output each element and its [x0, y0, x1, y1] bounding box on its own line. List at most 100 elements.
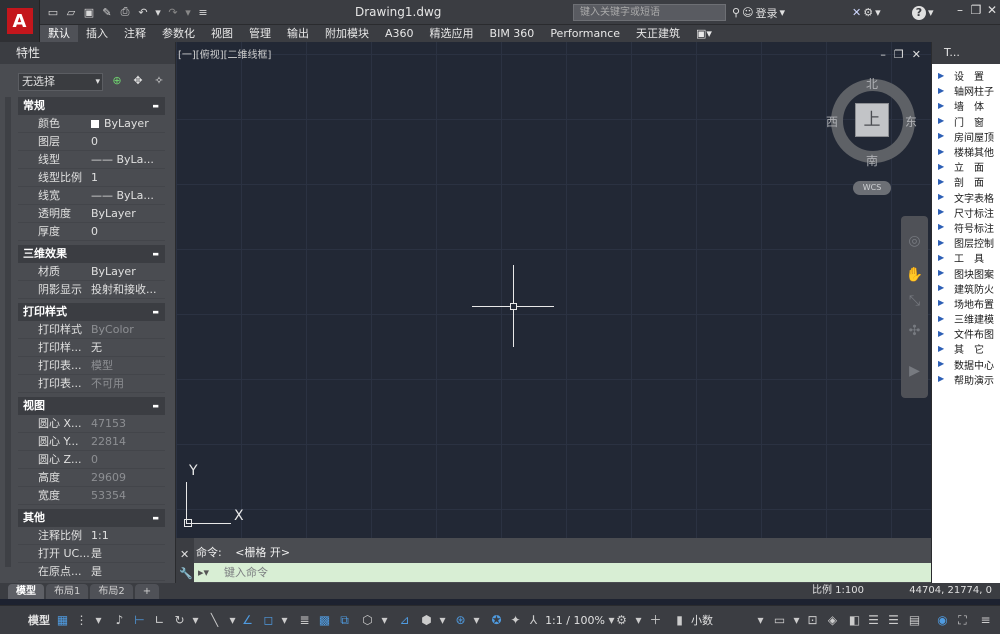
ribbon-tab[interactable]: 天正建筑 — [628, 25, 688, 42]
undo-icon[interactable]: ↶ — [136, 5, 150, 19]
property-row[interactable]: 圆心 Y... 22814 — [18, 433, 165, 451]
scale-label[interactable]: 比例 1:100 — [812, 583, 864, 599]
tool-palette-item[interactable]: ▶ 门 窗 — [932, 114, 1000, 129]
collapse-icon[interactable]: ▬ — [152, 245, 159, 263]
selection-filter-icon[interactable]: ⬢ — [419, 613, 434, 628]
tool-palette-item[interactable]: ▶ 文件布图 — [932, 326, 1000, 341]
property-value[interactable]: ByLayer — [91, 263, 165, 280]
model-space-button[interactable]: 模型 — [26, 613, 52, 629]
property-section-header[interactable]: 打印样式 ▬ — [18, 303, 165, 321]
property-value[interactable]: 是 — [91, 545, 165, 562]
property-section-header[interactable]: 三维效果 ▬ — [18, 245, 165, 263]
stay-connected-icon[interactable]: ▾ — [875, 6, 881, 19]
property-row[interactable]: 圆心 Z... 0 — [18, 451, 165, 469]
tool-palette-item[interactable]: ▶ 数据中心 — [932, 357, 1000, 372]
object-snap-tracking-icon[interactable]: ∠ — [240, 613, 255, 628]
units-value[interactable]: 小数 — [687, 613, 717, 629]
isodraft-icon[interactable]: ╲ — [207, 613, 222, 628]
snap-dropdown-icon[interactable]: ▾ — [91, 613, 106, 628]
collapse-icon[interactable]: ▬ — [152, 97, 159, 115]
property-row[interactable]: 打印样... 无 — [18, 339, 165, 357]
property-row[interactable]: 打印样式 ByColor — [18, 321, 165, 339]
property-row[interactable]: 圆心 X... 47153 — [18, 415, 165, 433]
dynamic-ucs-icon[interactable]: ⊿ — [397, 613, 412, 628]
quick-properties-icon[interactable]: ▭ — [772, 613, 787, 628]
tool-palette-item[interactable]: ▶ 文字表格 — [932, 190, 1000, 205]
clean-screen-icon[interactable]: ☰ — [866, 613, 881, 628]
property-row[interactable]: 图层 0 — [18, 133, 165, 151]
compass-north[interactable]: 北 — [866, 75, 878, 92]
tool-palette-item[interactable]: ▶ 墙 体 — [932, 98, 1000, 113]
tool-palette-item[interactable]: ▶ 设 置 — [932, 68, 1000, 83]
property-value[interactable]: 1 — [91, 169, 165, 186]
ribbon-tab[interactable]: 精选应用 — [422, 25, 482, 42]
drawing-viewport[interactable]: [一][俯视][二维线框] – ❐ ✕ 上 北 南 东 西 WCS ◎ ✋ ⤡ … — [176, 42, 931, 538]
property-row[interactable]: 线宽 —— ByLa... — [18, 187, 165, 205]
ribbon-tab[interactable]: 输出 — [279, 25, 317, 42]
customization-icon[interactable]: ☰ — [886, 613, 901, 628]
exchange-icon[interactable]: ✕ — [852, 6, 861, 19]
toggle-pickadd-icon[interactable]: ⊕ — [110, 74, 124, 88]
property-value[interactable]: 无 — [91, 339, 165, 356]
pan-hand-icon[interactable]: ✋ — [905, 266, 924, 285]
ortho-icon[interactable]: ∟ — [152, 613, 167, 628]
property-section-header[interactable]: 其他 ▬ — [18, 509, 165, 527]
print-icon[interactable]: ⎙ — [118, 5, 132, 19]
help-icon[interactable]: ? — [912, 5, 926, 20]
wcs-menu[interactable]: WCS — [853, 181, 891, 195]
annotation-scale-icon[interactable]: ⅄ — [526, 613, 541, 628]
selection-dropdown[interactable]: 无选择 ▾ — [18, 73, 103, 91]
search-input[interactable]: 键入关键字或短语 — [573, 4, 726, 21]
workspace-gear-icon[interactable]: ⚙ — [614, 613, 629, 628]
close-button[interactable]: ✕ — [984, 3, 1000, 19]
quick-select-icon[interactable]: ✧ — [152, 74, 166, 88]
ribbon-tab[interactable]: BIM 360 — [482, 25, 543, 42]
isodraft-dropdown-icon[interactable]: ▾ — [225, 613, 240, 628]
tool-palette-item[interactable]: ▶ 图块图案 — [932, 265, 1000, 281]
hardware-acceleration-icon[interactable]: ◧ — [847, 613, 862, 628]
3d-osnap-icon[interactable]: ⬡ — [360, 613, 375, 628]
collapse-icon[interactable]: ▬ — [152, 397, 159, 415]
property-value[interactable]: 29609 — [91, 469, 165, 486]
property-value[interactable]: 53354 — [91, 487, 165, 504]
property-row[interactable]: 注释比例 1:1 — [18, 527, 165, 545]
compass-west[interactable]: 西 — [826, 113, 838, 130]
lineweight-icon[interactable]: ≣ — [297, 613, 312, 628]
property-value[interactable]: 不可用 — [91, 375, 165, 392]
property-row[interactable]: 厚度 0 — [18, 223, 165, 241]
tool-palette-item[interactable]: ▶ 工 具 — [932, 250, 1000, 265]
units-dropdown-icon[interactable]: ▾ — [753, 613, 768, 628]
tool-palette-item[interactable]: ▶ 场地布置 — [932, 296, 1000, 311]
orbit-icon[interactable]: ✣ — [905, 322, 924, 341]
property-section-header[interactable]: 常规 ▬ — [18, 97, 165, 115]
redo-icon[interactable]: ↷ — [166, 5, 180, 19]
layout-tab[interactable]: 布局1 — [46, 584, 89, 599]
property-value[interactable]: 0 — [91, 451, 165, 468]
command-input[interactable]: ▸▾ 键入命令 — [194, 563, 931, 582]
selection-cycling-icon[interactable]: ⧉ — [337, 613, 352, 628]
tool-palette-item[interactable]: ▶ 剖 面 — [932, 174, 1000, 189]
open-folder-icon[interactable]: ▱ — [64, 5, 78, 19]
property-value[interactable]: 0 — [91, 223, 165, 240]
grid-icon[interactable]: ▦ — [55, 613, 70, 628]
property-value[interactable]: 0 — [91, 133, 165, 150]
application-menu-button[interactable]: A — [0, 0, 40, 42]
property-row[interactable]: 高度 29609 — [18, 469, 165, 487]
customize-qat-icon[interactable]: ≡ — [196, 5, 210, 19]
property-value[interactable]: ByColor — [91, 321, 165, 338]
ribbon-tab[interactable]: 附加模块 — [317, 25, 377, 42]
tool-palette-item[interactable]: ▶ 三维建模 — [932, 311, 1000, 326]
status-tray-icon[interactable]: ▤ — [907, 613, 922, 628]
tool-palette-item[interactable]: ▶ 立 面 — [932, 159, 1000, 174]
compass-south[interactable]: 南 — [866, 152, 878, 169]
units-icon[interactable]: ▮ — [672, 613, 687, 628]
object-snap-dropdown-icon[interactable]: ▾ — [277, 613, 292, 628]
login-label[interactable]: 登录 — [756, 5, 778, 21]
polar-dropdown-icon[interactable]: ▾ — [188, 613, 203, 628]
property-row[interactable]: 宽度 53354 — [18, 487, 165, 505]
viewport-close-icon[interactable]: ✕ — [912, 48, 921, 61]
save-as-icon[interactable]: ✎ — [100, 5, 114, 19]
restore-button[interactable]: ❐ — [968, 3, 984, 19]
ribbon-tab[interactable]: 注释 — [116, 25, 154, 42]
transparency-icon[interactable]: ▩ — [317, 613, 332, 628]
